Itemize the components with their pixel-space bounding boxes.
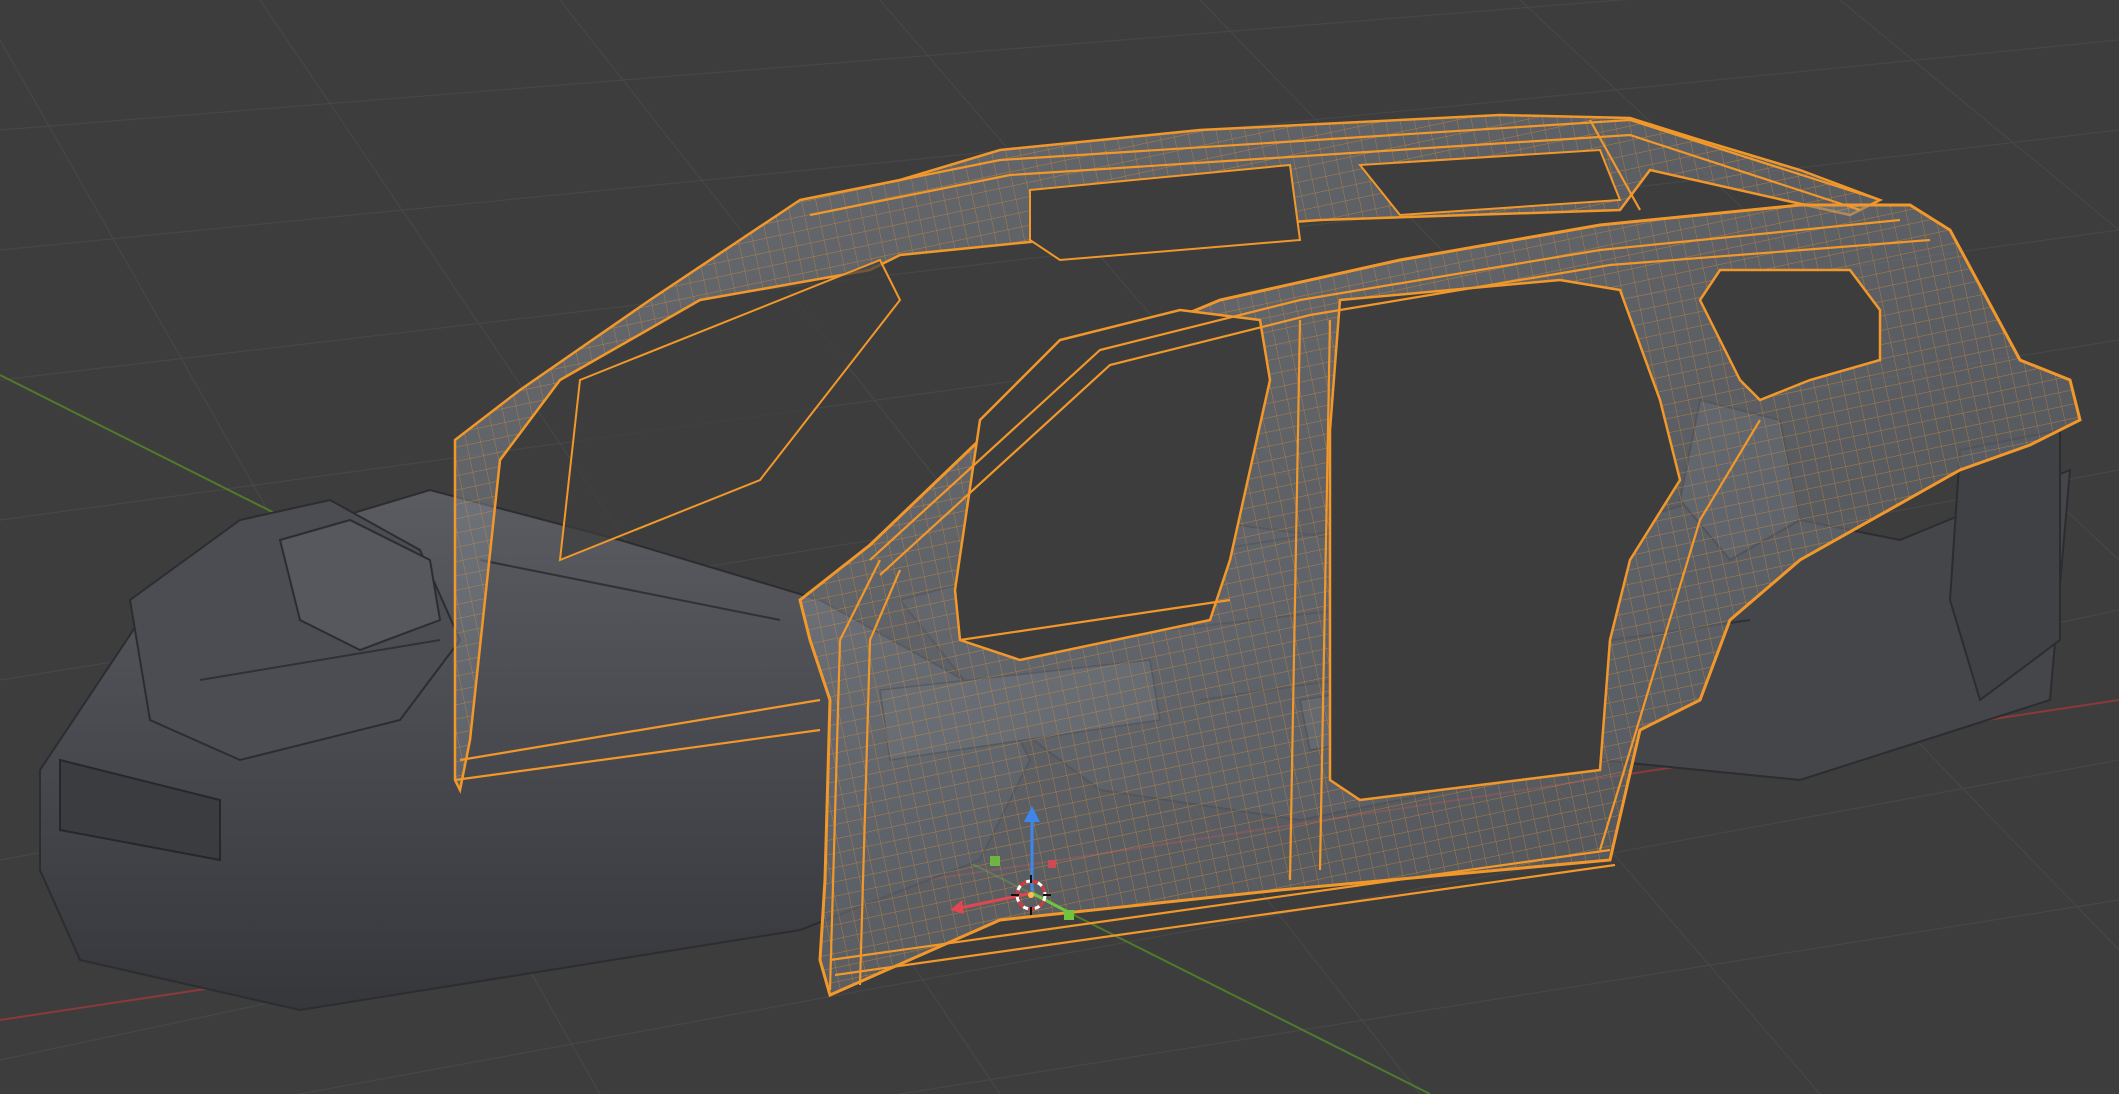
3d-viewport[interactable] xyxy=(0,0,2119,1094)
y-handle-square[interactable] xyxy=(1064,910,1074,920)
yz-plane-handle[interactable] xyxy=(1048,860,1056,868)
xz-plane-handle[interactable] xyxy=(990,856,1000,866)
